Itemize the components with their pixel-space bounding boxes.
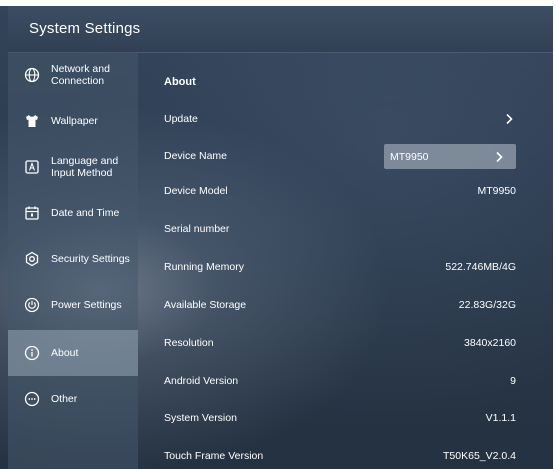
android-version-value: 9: [510, 375, 516, 387]
calendar-icon: [23, 204, 41, 222]
sidebar-item-label: About: [51, 347, 79, 359]
device-name-field[interactable]: MT9950: [384, 144, 516, 169]
chevron-right-icon: [492, 150, 506, 164]
frame-edge: [553, 0, 557, 469]
sidebar-item-other[interactable]: Other: [8, 376, 138, 422]
security-gear-icon: [23, 250, 41, 268]
sidebar-item-language[interactable]: Language and Input Method: [8, 144, 138, 190]
system-version-row: System Version V1.1.1: [164, 406, 516, 430]
touch-frame-version-row: Touch Frame Version T50K65_V2.0.4: [164, 444, 516, 468]
available-storage-label: Available Storage: [164, 299, 247, 311]
title-bar: System Settings: [8, 6, 553, 53]
resolution-label: Resolution: [164, 337, 214, 349]
sidebar-item-about[interactable]: About: [8, 330, 138, 376]
serial-number-label: Serial number: [164, 223, 230, 235]
sidebar-item-label: Other: [51, 393, 78, 405]
sidebar-item-power[interactable]: Power Settings: [8, 282, 138, 328]
sidebar-item-security[interactable]: Security Settings: [8, 236, 138, 282]
shirt-icon: [23, 112, 41, 130]
sidebar-item-label: Network and Connection: [51, 63, 110, 87]
device-name-value: MT9950: [390, 150, 429, 163]
about-panel: About Update Device Name MT9950 Device M…: [138, 52, 553, 469]
available-storage-row: Available Storage 22.83G/32G: [164, 293, 516, 317]
window-title: System Settings: [29, 20, 141, 37]
android-version-row: Android Version 9: [164, 369, 516, 393]
running-memory-label: Running Memory: [164, 261, 244, 273]
device-model-label: Device Model: [164, 185, 228, 197]
sidebar-item-label: Language and Input Method: [51, 155, 119, 179]
sidebar-item-label: Date and Time: [51, 207, 120, 219]
update-label: Update: [164, 113, 198, 125]
keyboard-a-icon: [23, 158, 41, 176]
system-version-value: V1.1.1: [485, 412, 516, 424]
info-icon: [23, 344, 41, 362]
section-title: About: [164, 76, 196, 88]
update-row[interactable]: Update: [164, 107, 516, 131]
sidebar-item-label: Wallpaper: [51, 115, 98, 127]
sidebar-item-wallpaper[interactable]: Wallpaper: [8, 98, 138, 144]
chevron-right-icon: [502, 112, 516, 126]
sidebar-item-label: Power Settings: [51, 299, 122, 311]
resolution-value: 3840x2160: [464, 337, 516, 349]
running-memory-value: 522.746MB/4G: [445, 261, 516, 273]
sidebar-item-label: Security Settings: [51, 253, 130, 265]
device-model-value: MT9950: [477, 185, 516, 197]
sidebar: Network and Connection Wallpaper Languag…: [8, 52, 138, 469]
device-name-label: Device Name: [164, 150, 228, 162]
resolution-row: Resolution 3840x2160: [164, 331, 516, 355]
more-icon: [23, 390, 41, 408]
device-name-row: Device Name: [164, 144, 384, 168]
available-storage-value: 22.83G/32G: [458, 299, 516, 311]
globe-icon: [23, 66, 41, 84]
system-version-label: System Version: [164, 412, 237, 424]
power-icon: [23, 296, 41, 314]
sidebar-item-date-time[interactable]: Date and Time: [8, 190, 138, 236]
android-version-label: Android Version: [164, 375, 239, 387]
system-settings-window: System Settings Network and Connection W…: [0, 0, 557, 469]
device-model-row: Device Model MT9950: [164, 179, 516, 203]
frame-edge: [0, 0, 557, 6]
running-memory-row: Running Memory 522.746MB/4G: [164, 255, 516, 279]
sidebar-item-network[interactable]: Network and Connection: [8, 52, 138, 98]
serial-number-row: Serial number: [164, 217, 516, 241]
touch-frame-version-label: Touch Frame Version: [164, 450, 264, 462]
touch-frame-version-value: T50K65_V2.0.4: [443, 450, 516, 462]
